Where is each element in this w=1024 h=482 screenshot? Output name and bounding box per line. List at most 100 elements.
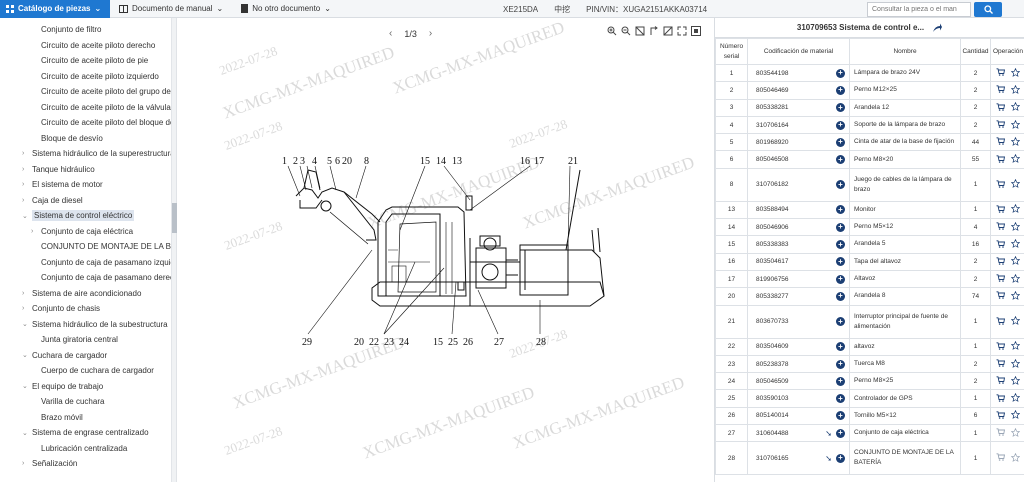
favorite-star-icon[interactable] (1010, 153, 1020, 165)
add-to-cart-icon[interactable] (996, 316, 1006, 327)
favorite-star-icon[interactable] (1010, 290, 1020, 302)
panel-splitter[interactable] (172, 18, 177, 482)
table-row[interactable]: 2 805046469 + Perno M12×25 2 (715, 81, 1024, 100)
favorite-star-icon[interactable] (1010, 136, 1020, 148)
tree-item[interactable]: Circuito de aceite piloto derecho (0, 38, 171, 54)
other-doc-dropdown[interactable]: No otro documento ⌄ (232, 0, 340, 18)
add-icon[interactable]: + (836, 342, 845, 352)
favorite-star-icon[interactable] (1010, 179, 1020, 190)
sub-assembly-arrow-icon[interactable]: ➘ (825, 454, 832, 463)
search-input[interactable] (867, 2, 971, 17)
add-to-cart-icon[interactable] (996, 180, 1006, 190)
chevron-right-icon[interactable]: › (22, 181, 24, 188)
tree-item[interactable]: Brazo móvil (0, 410, 171, 426)
table-row[interactable]: 8 310706182 + Juego de cables de la lámpara… (715, 167, 1024, 202)
add-icon[interactable]: + (836, 222, 845, 232)
add-icon[interactable]: + (836, 180, 845, 190)
tree-item[interactable]: Conjunto de filtro (0, 22, 171, 38)
favorite-star-icon[interactable] (1010, 256, 1020, 267)
add-icon[interactable]: + (836, 394, 845, 404)
tree-item[interactable]: › El sistema de motor (0, 177, 171, 193)
favorite-star-icon[interactable] (1010, 452, 1020, 464)
chevron-right-icon[interactable]: › (22, 166, 24, 173)
favorite-star-icon[interactable] (1010, 315, 1020, 327)
add-to-cart-icon[interactable] (996, 342, 1006, 352)
favorite-star-icon[interactable] (1010, 84, 1020, 96)
favorite-star-icon[interactable] (1010, 238, 1020, 250)
table-row[interactable]: 17 819906756 + Altavoz 2 (715, 269, 1024, 289)
table-row[interactable]: 26 805140014 + Tornillo M5×12 6 (715, 406, 1024, 426)
table-row[interactable]: 28 310706165 ➘ + CONJUNTO DE MONTAJE DE LA B… (715, 441, 1024, 476)
chevron-down-icon[interactable]: ⌄ (22, 351, 28, 359)
add-icon[interactable]: + (836, 453, 845, 463)
add-icon[interactable]: + (836, 103, 845, 113)
tree-item[interactable]: Conjunto de caja de pasamano derech (0, 270, 171, 286)
add-icon[interactable]: + (836, 317, 845, 327)
tree-item[interactable]: Circuito de aceite piloto del grupo de v… (0, 84, 171, 100)
add-to-cart-icon[interactable] (996, 137, 1006, 147)
table-row[interactable]: 16 803504617 + Tapa del altavoz 2 (715, 252, 1024, 271)
table-row[interactable]: 25 803590103 + Controlador de GPS 1 (715, 389, 1024, 408)
share-arrow-icon[interactable] (932, 23, 943, 33)
tree-item[interactable]: › Sistema de aire acondicionado (0, 286, 171, 302)
add-to-cart-icon[interactable] (996, 393, 1006, 404)
chevron-right-icon[interactable]: › (22, 305, 24, 312)
chevron-right-icon[interactable]: › (22, 290, 24, 297)
table-row[interactable]: 13 803588494 + Monitor 1 (715, 200, 1024, 220)
table-row[interactable]: 6 805046508 + Perno M8×20 55 (715, 150, 1024, 169)
tree-item[interactable]: Junta giratoria central (0, 332, 171, 348)
table-row[interactable]: 5 801968920 + Cinta de atar de la base de f… (715, 133, 1024, 152)
tree-item[interactable]: ⌄ Sistema hidráulico de la subestructura (0, 317, 171, 333)
add-icon[interactable]: + (836, 155, 845, 165)
table-row[interactable]: 22 803504609 + altavoz 1 (715, 337, 1024, 356)
sub-assembly-arrow-icon[interactable]: ➘ (825, 429, 832, 438)
add-to-cart-icon[interactable] (996, 411, 1006, 421)
add-icon[interactable]: + (836, 120, 845, 130)
tree-item[interactable]: ⌄ El equipo de trabajo (0, 379, 171, 395)
favorite-star-icon[interactable] (1010, 375, 1020, 387)
add-to-cart-icon[interactable] (996, 222, 1006, 232)
add-icon[interactable]: + (836, 205, 845, 215)
table-row[interactable]: 14 805046906 + Perno M5×12 4 (715, 218, 1024, 237)
table-row[interactable]: 20 805338277 + Arandela 8 74 (715, 287, 1024, 306)
table-row[interactable]: 15 805338383 + Arandela 5 16 (715, 235, 1024, 254)
tree-item[interactable]: ⌄ Cuchara de cargador (0, 348, 171, 364)
tree-item[interactable]: › Señalización (0, 456, 171, 472)
favorite-star-icon[interactable] (1010, 101, 1020, 113)
add-icon[interactable]: + (836, 428, 845, 438)
favorite-star-icon[interactable] (1010, 427, 1020, 439)
favorite-star-icon[interactable] (1010, 221, 1020, 233)
add-icon[interactable]: + (836, 257, 845, 267)
tree-item[interactable]: CONJUNTO DE MONTAJE DE LA BAT (0, 239, 171, 255)
add-icon[interactable]: + (836, 411, 845, 421)
favorite-star-icon[interactable] (1010, 119, 1020, 131)
add-icon[interactable]: + (836, 274, 845, 284)
table-row[interactable]: 3 805338281 + Arandela 12 2 (715, 98, 1024, 117)
add-to-cart-icon[interactable] (996, 154, 1006, 165)
splitter-handle[interactable] (172, 203, 177, 233)
table-row[interactable]: 23 805238378 + Tuerca M8 2 (715, 354, 1024, 374)
add-to-cart-icon[interactable] (996, 376, 1006, 386)
add-to-cart-icon[interactable] (996, 239, 1006, 250)
chevron-right-icon[interactable]: › (22, 460, 24, 467)
chevron-down-icon[interactable]: ⌄ (22, 429, 28, 437)
favorite-star-icon[interactable] (1010, 273, 1020, 285)
search-button[interactable] (974, 2, 1002, 17)
manual-dropdown[interactable]: Documento de manual ⌄ (110, 0, 232, 18)
tree-item[interactable]: Lubricación centralizada (0, 441, 171, 457)
chevron-right-icon[interactable]: › (31, 228, 33, 235)
tree-item[interactable]: › Caja de diesel (0, 193, 171, 209)
tree-item[interactable]: Circuito de aceite piloto de pie (0, 53, 171, 69)
favorite-star-icon[interactable] (1010, 410, 1020, 421)
tree-item[interactable]: ⌄ Sistema de engrase centralizado (0, 425, 171, 441)
add-to-cart-icon[interactable] (996, 359, 1006, 369)
add-to-cart-icon[interactable] (996, 68, 1006, 78)
add-icon[interactable]: + (836, 68, 845, 78)
add-icon[interactable]: + (836, 85, 845, 95)
chevron-right-icon[interactable]: › (22, 150, 24, 157)
table-row[interactable]: 1 803544198 + Lámpara de brazo 24V 2 (715, 63, 1024, 83)
favorite-star-icon[interactable] (1010, 340, 1020, 352)
add-icon[interactable]: + (836, 376, 845, 386)
table-row[interactable]: 27 310604488 ➘ + Conjunto de caja eléctrica 1 (715, 424, 1024, 443)
tree-item[interactable]: Circuito de aceite piloto izquierdo (0, 69, 171, 85)
